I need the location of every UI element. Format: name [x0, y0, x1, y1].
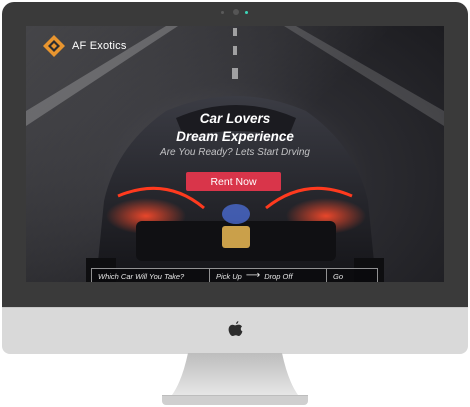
hero-headline-line1: Car Lovers — [199, 111, 271, 126]
arrow-right-icon: ⟶ — [245, 270, 261, 281]
pickup-label: Pick Up — [216, 271, 242, 281]
booking-bar: Which Car Will You Take? Pick Up ⟶ Drop … — [91, 268, 378, 282]
brand-logo[interactable]: AF Exotics — [42, 34, 127, 58]
dropoff-label: Drop Off — [264, 271, 293, 281]
apple-logo-icon — [228, 321, 243, 336]
car-select-field[interactable]: Which Car Will You Take? — [92, 269, 209, 282]
go-label: Go — [333, 271, 344, 281]
camera-icon — [233, 9, 239, 15]
brand-name: AF Exotics — [72, 40, 127, 52]
monitor-stand — [172, 353, 298, 395]
date-range-field[interactable]: Pick Up ⟶ Drop Off — [210, 269, 326, 282]
monitor-stand-base — [162, 395, 308, 405]
sensor-dot — [221, 11, 224, 14]
hero-tagline: Are You Ready? Lets Start Drving — [160, 147, 310, 158]
camera-led-indicator — [245, 11, 248, 14]
website-screen: AF Exotics Car Lovers Dream Experience A… — [26, 26, 444, 282]
hero-headline-line2: Dream Experience — [176, 129, 294, 144]
diamond-logo-icon — [43, 35, 65, 57]
rent-now-button[interactable]: Rent Now — [186, 172, 281, 191]
car-select-label: Which Car Will You Take? — [98, 271, 185, 281]
go-button[interactable]: Go — [327, 269, 377, 282]
